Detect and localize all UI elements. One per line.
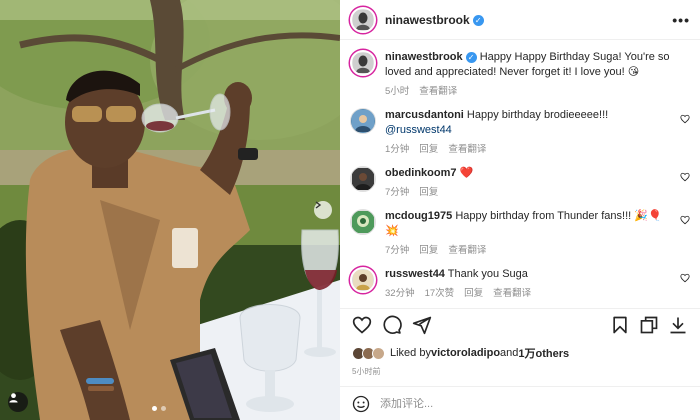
mention-link[interactable]: @russwest44 (385, 124, 452, 136)
user-tag-icon (9, 393, 18, 403)
comment-body: mcdoug1975 Happy birthday from Thunder f… (385, 209, 690, 256)
likes-summary[interactable]: Liked by victoroladipo and 1万others (352, 345, 569, 361)
share-icon[interactable] (412, 315, 432, 335)
carousel-dot (161, 406, 166, 411)
like-comment-heart-icon[interactable] (680, 114, 690, 124)
add-comment-input[interactable] (380, 397, 688, 410)
comment-username[interactable]: marcusdantoni (385, 109, 464, 121)
like-comment-heart-icon[interactable] (680, 215, 690, 225)
comment-meta: 7分钟 回复 查看翻译 (385, 242, 672, 256)
comment-username[interactable]: russwest44 (385, 268, 445, 280)
chevron-right-icon (315, 201, 322, 209)
avatar-image (353, 9, 373, 30)
liker-avatar (372, 346, 385, 360)
comment-content: ❤️ (459, 167, 474, 179)
author-username[interactable]: ninawestbrook ✓ (385, 13, 484, 27)
comment-item: mcdoug1975 Happy birthday from Thunder f… (350, 209, 690, 256)
comment-meta: 32分钟 17次赞 回复 查看翻译 (385, 285, 672, 298)
reply-link[interactable]: 回复 (419, 242, 438, 256)
comment-time: 32分钟 (385, 288, 415, 298)
comment-body: marcusdantoni Happy birthday brodieeeee!… (385, 108, 690, 155)
avatar-image (352, 168, 374, 190)
avatar-image (353, 53, 373, 73)
comment-text: mcdoug1975 Happy birthday from Thunder f… (385, 209, 672, 239)
comment-text: ninawestbrook ✓ Happy Happy Birthday Suga… (385, 50, 672, 80)
comment-body: russwest44 Thank you Suga 32分钟 17次赞 回复 查… (385, 267, 690, 298)
comment-avatar[interactable] (350, 209, 376, 235)
comment-icon[interactable] (382, 315, 402, 335)
reply-link[interactable]: 回复 (464, 285, 483, 298)
comment-text: obedinkoom7 ❤️ (385, 166, 672, 181)
comment-time: 5小时 (385, 86, 410, 97)
post-timestamp: 5小时前 (352, 367, 381, 376)
add-comment-bar (340, 386, 700, 420)
see-translation-link[interactable]: 查看翻译 (419, 83, 457, 97)
comment-item: marcusdantoni Happy birthday brodieeeee!… (350, 108, 690, 155)
comment-avatar[interactable] (350, 108, 376, 134)
comment-username[interactable]: ninawestbrook (385, 51, 463, 63)
bookmark-icon[interactable] (610, 315, 630, 335)
author-avatar[interactable] (350, 6, 376, 33)
see-translation-link[interactable]: 查看翻译 (448, 141, 486, 155)
see-translation-link[interactable]: 查看翻译 (448, 242, 486, 256)
comment-item: obedinkoom7 ❤️ 7分钟 回复 (350, 166, 690, 198)
comment-time: 7分钟 (385, 245, 410, 256)
comment-content: Thank you Suga (447, 268, 528, 280)
avatar-image (352, 211, 374, 233)
reply-link[interactable]: 回复 (419, 141, 438, 155)
comment-body: obedinkoom7 ❤️ 7分钟 回复 (385, 166, 690, 198)
tagged-users-button[interactable] (8, 392, 28, 412)
emoji-icon[interactable] (352, 395, 370, 413)
carousel-dot (152, 406, 157, 411)
likes-prefix: Liked by (390, 347, 431, 359)
author-username-text[interactable]: ninawestbrook (385, 13, 470, 27)
comment-username[interactable]: mcdoug1975 (385, 210, 452, 222)
likes-and: and (500, 347, 519, 359)
post-photo[interactable] (0, 0, 340, 420)
comment-time: 1分钟 (385, 144, 410, 155)
liker-username[interactable]: victoroladipo (431, 347, 500, 359)
reply-link[interactable]: 回复 (419, 184, 438, 198)
comment-meta: 1分钟 回复 查看翻译 (385, 141, 672, 155)
comment-item: russwest44 Thank you Suga 32分钟 17次赞 回复 查… (350, 267, 690, 298)
verified-badge-icon: ✓ (465, 51, 477, 63)
verified-badge-icon: ✓ (472, 14, 484, 26)
next-photo-button[interactable] (314, 201, 332, 219)
post-actions (340, 308, 700, 340)
comment-content: Happy birthday brodieeeee!!! (466, 109, 609, 121)
caption-comment: ninawestbrook ✓ Happy Happy Birthday Suga… (350, 50, 690, 97)
like-comment-heart-icon[interactable] (680, 172, 690, 182)
comment-text: marcusdantoni Happy birthday brodieeeee!… (385, 108, 672, 138)
post-detail-panel: ninawestbrook ✓ ••• ninawestbrook ✓ Happy … (340, 0, 700, 420)
carousel-indicator (152, 406, 166, 411)
photo-illustration (0, 0, 340, 420)
like-comment-heart-icon[interactable] (680, 273, 690, 283)
comments-list: ninawestbrook ✓ Happy Happy Birthday Suga… (340, 40, 700, 298)
comment-avatar[interactable] (350, 166, 376, 192)
copy-icon[interactable] (639, 315, 659, 335)
comment-text: russwest44 Thank you Suga (385, 267, 672, 282)
avatar-image (352, 110, 374, 132)
post-actions-right (610, 315, 688, 335)
heart-icon[interactable] (352, 315, 372, 335)
comment-body: ninawestbrook ✓ Happy Happy Birthday Suga… (385, 50, 690, 97)
comment-time: 7分钟 (385, 187, 410, 198)
download-icon[interactable] (668, 315, 688, 335)
comment-likes-count[interactable]: 17次赞 (425, 285, 455, 298)
likers-avatars (352, 346, 385, 360)
see-translation-link[interactable]: 查看翻译 (493, 285, 531, 298)
more-options-icon[interactable]: ••• (672, 12, 690, 28)
comment-avatar[interactable] (350, 267, 376, 293)
comment-meta: 7分钟 回复 (385, 184, 672, 198)
comment-meta: 5小时 查看翻译 (385, 83, 672, 97)
post-header: ninawestbrook ✓ ••• (340, 0, 700, 40)
comment-avatar[interactable] (350, 50, 376, 76)
likes-others-count[interactable]: 1万others (518, 345, 569, 361)
comment-username[interactable]: obedinkoom7 (385, 167, 457, 179)
avatar-image (353, 270, 373, 290)
